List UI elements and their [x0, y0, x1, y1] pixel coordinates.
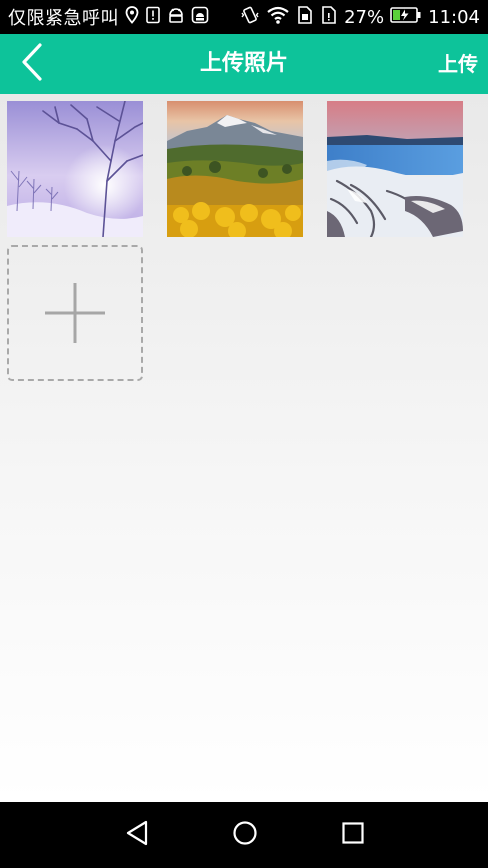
add-photo-button[interactable] [7, 245, 143, 381]
carrier-text: 仅限紧急呼叫 [8, 8, 119, 29]
status-left: 仅限紧急呼叫 [8, 0, 209, 34]
nav-home-icon [232, 820, 258, 850]
title-bar: 上传照片 上传 [0, 34, 488, 94]
status-right: 27% 11:04 [240, 0, 480, 34]
clock: 11:04 [428, 6, 480, 28]
nav-back-icon [125, 820, 149, 850]
nav-back-button[interactable] [122, 820, 152, 850]
nav-recents-icon [341, 821, 365, 849]
wifi-icon [266, 5, 290, 29]
navigation-bar [0, 802, 488, 868]
status-bar: 仅限紧急呼叫 27% 11:04 [0, 0, 488, 34]
vibrate-icon [240, 5, 260, 29]
nav-recents-button[interactable] [338, 820, 368, 850]
photo-thumbnail-winter-forest[interactable] [7, 101, 143, 237]
android-debug-icon [167, 6, 185, 28]
upload-button[interactable]: 上传 [438, 34, 478, 94]
page-title: 上传照片 [199, 51, 288, 76]
plus-icon [43, 281, 107, 349]
photo-thumbnail-autumn-mountain[interactable] [167, 101, 303, 237]
sim-card-2-icon [320, 5, 338, 29]
autumn-mountain-image [167, 101, 303, 237]
android-notification-icon [191, 6, 209, 28]
sim-alert-icon [145, 6, 161, 28]
battery-percent: 27% [344, 6, 385, 28]
winter-forest-image [7, 101, 143, 237]
photo-grid [0, 94, 488, 802]
sim-card-1-icon [296, 5, 314, 29]
battery-charging-icon [390, 6, 422, 28]
photo-thumbnail-snowy-lake[interactable] [327, 101, 463, 237]
location-icon [125, 6, 139, 28]
nav-home-button[interactable] [230, 820, 260, 850]
snowy-lake-image [327, 101, 463, 237]
